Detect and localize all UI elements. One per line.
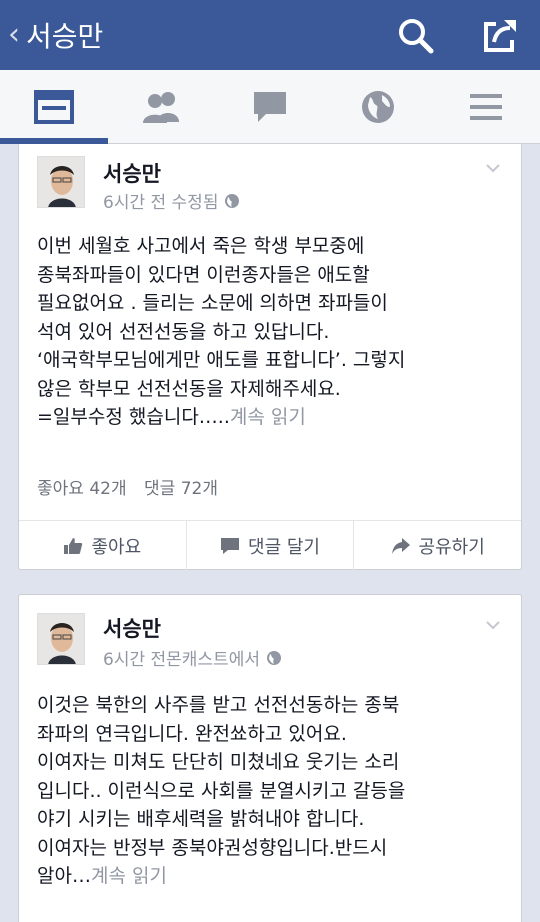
chevron-left-icon: ‹ xyxy=(8,17,20,52)
tab-notifications[interactable] xyxy=(324,70,432,144)
post-actions: 좋아요 댓글 달기 공유하기 xyxy=(19,520,521,570)
page-title: 서승만 xyxy=(26,20,104,53)
post-timestamp: 6시간 전몬캐스트에서 xyxy=(103,650,260,670)
post-text-line: 종북좌파들이 있다면 이런종자들은 애도할 xyxy=(37,263,370,286)
comment-label: 댓글 달기 xyxy=(248,536,320,558)
post-body: 이번 세월호 사고에서 죽은 학생 부모중에 종북좌파들이 있다면 이런종자들은… xyxy=(37,232,517,432)
comment-icon xyxy=(221,537,240,554)
post-meta: 6시간 전 수정됨 xyxy=(103,188,240,213)
like-count[interactable]: 좋아요 42개 xyxy=(37,479,127,499)
comment-count[interactable]: 댓글 72개 xyxy=(144,479,218,499)
thumbs-up-icon xyxy=(64,537,83,554)
post-meta: 6시간 전몬캐스트에서 xyxy=(103,645,282,670)
post-text-line: 이여자는 반정부 종북야권성향입니다.반드시 xyxy=(37,836,388,859)
post-text-line: 알아… xyxy=(37,865,91,887)
tab-messages[interactable] xyxy=(216,70,324,144)
chevron-down-icon[interactable] xyxy=(485,619,501,631)
hamburger-menu-icon xyxy=(470,94,502,120)
share-arrow-icon xyxy=(391,537,410,554)
comment-button[interactable]: 댓글 달기 xyxy=(187,521,355,570)
message-icon xyxy=(254,92,286,122)
share-label: 공유하기 xyxy=(418,536,485,558)
back-button[interactable]: ‹ 서승만 xyxy=(0,0,103,70)
tab-friends[interactable] xyxy=(108,70,216,144)
privacy-globe-icon xyxy=(266,650,281,665)
tab-bar xyxy=(0,70,540,144)
tab-menu[interactable] xyxy=(432,70,540,144)
post-text-line: 좌파의 연극입니다. 완전쑈하고 있어요. xyxy=(37,722,347,745)
post-text-line: 석여 있어 선전선동을 하고 있답니다. xyxy=(37,320,330,343)
post-text-line: 이것은 북한의 사주를 받고 선전선동하는 종북 xyxy=(37,694,400,716)
tab-news-feed[interactable] xyxy=(0,70,108,144)
post-author[interactable]: 서승만 xyxy=(103,613,161,643)
post-text-line: 입니다.. 이런식으로 사회를 분열시키고 갈등을 xyxy=(37,779,406,802)
post-text-line: 필요없어요 . 들리는 소문에 의하면 좌파들이 xyxy=(37,292,388,314)
share-out-icon[interactable] xyxy=(480,16,520,56)
search-icon[interactable] xyxy=(396,16,436,56)
post-text-line: 야기 시키는 배후세력을 밝혀내야 합니다. xyxy=(37,808,365,830)
post-text-line: =일부수정 했습니다….. xyxy=(37,406,230,428)
post-card: 서승만 6시간 전 수정됨 이번 세월호 사고에서 죽은 학생 부모중에 종북좌… xyxy=(18,144,522,570)
top-bar: ‹ 서승만 xyxy=(0,0,540,70)
globe-icon xyxy=(362,91,394,123)
like-button[interactable]: 좋아요 xyxy=(19,521,187,570)
post-text-line: 이여자는 미쳐도 단단히 미쳤네요 웃기는 소리 xyxy=(37,751,400,773)
friends-icon xyxy=(143,92,179,123)
post-text-line: 이번 세월호 사고에서 죽은 학생 부모중에 xyxy=(37,235,365,257)
post-timestamp: 6시간 전 수정됨 xyxy=(103,193,219,213)
like-label: 좋아요 xyxy=(91,536,142,558)
share-button[interactable]: 공유하기 xyxy=(354,521,521,570)
read-more-link[interactable]: 계속 읽기 xyxy=(230,406,306,428)
read-more-link[interactable]: 계속 읽기 xyxy=(91,865,167,887)
post-author[interactable]: 서승만 xyxy=(103,158,161,188)
post-body: 이것은 북한의 사주를 받고 선전선동하는 종북 좌파의 연극입니다. 완전쑈하… xyxy=(37,691,517,891)
avatar[interactable] xyxy=(37,613,85,665)
post-text-line: 않은 학부모 선전선동을 자제해주세요. xyxy=(37,377,341,400)
news-feed-icon xyxy=(34,90,74,124)
post-counts[interactable]: 좋아요 42개 댓글 72개 xyxy=(37,474,230,499)
privacy-globe-icon xyxy=(225,193,240,208)
chevron-down-icon[interactable] xyxy=(485,162,501,174)
avatar[interactable] xyxy=(37,156,85,208)
post-card: 서승만 6시간 전몬캐스트에서 이것은 북한의 사주를 받고 선전선동하는 종북… xyxy=(18,594,522,922)
post-text-line: ‘애국학부모님에게만 애도를 표합니다’. 그렇지 xyxy=(37,349,406,371)
